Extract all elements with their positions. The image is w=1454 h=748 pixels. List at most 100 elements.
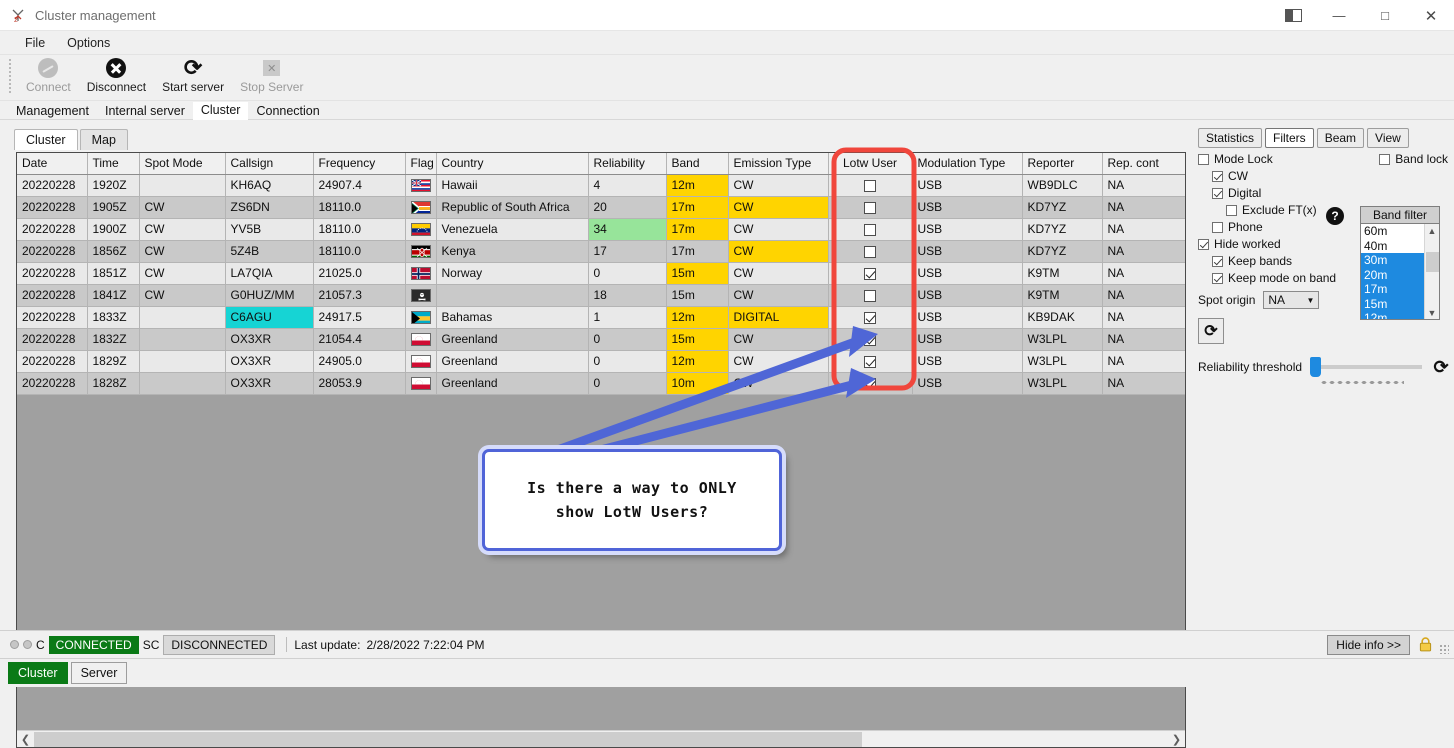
- inner-tab-map[interactable]: Map: [79, 129, 128, 150]
- question-icon[interactable]: ?: [1326, 207, 1344, 225]
- keep-mode-on-band-checkbox[interactable]: [1212, 272, 1223, 284]
- table-row[interactable]: 20220228 1832Z OX3XR 21054.4 Greenland 0 15m CW…: [17, 328, 1185, 351]
- cell-lotw-user[interactable]: [828, 240, 913, 263]
- column-header-lotw-user[interactable]: Lotw User: [828, 153, 913, 175]
- cw-row[interactable]: CW: [1198, 169, 1452, 183]
- cell-callsign[interactable]: ZS6DN: [225, 196, 314, 219]
- cw-checkbox[interactable]: [1212, 170, 1223, 182]
- bottom-tab-cluster[interactable]: Cluster: [8, 662, 68, 684]
- lotw-user-checkbox[interactable]: [864, 245, 876, 258]
- digital-row[interactable]: Digital: [1198, 186, 1452, 200]
- band-filter-option[interactable]: 17m: [1361, 282, 1424, 297]
- menu-item-options[interactable]: Options: [56, 33, 121, 53]
- cell-callsign[interactable]: OX3XR: [225, 350, 314, 373]
- keep-bands-checkbox[interactable]: [1212, 255, 1223, 267]
- table-row[interactable]: 20220228 1920Z KH6AQ 24907.4 Hawaii 4 12m CW USB…: [17, 174, 1185, 197]
- scrollbar-thumb[interactable]: [34, 731, 862, 747]
- column-header-time[interactable]: Time: [87, 153, 140, 175]
- tab-beam[interactable]: Beam: [1316, 128, 1365, 148]
- lotw-user-checkbox[interactable]: [864, 289, 876, 302]
- reliability-slider[interactable]: [1310, 357, 1422, 377]
- inner-tab-cluster[interactable]: Cluster: [14, 129, 78, 150]
- minimize-button[interactable]: —: [1316, 0, 1362, 31]
- table-row[interactable]: 20220228 1856Z CW 5Z4B 18110.0 Kenya 17 17m CW US…: [17, 240, 1185, 263]
- cell-lotw-user[interactable]: [828, 262, 913, 285]
- table-row[interactable]: 20220228 1829Z OX3XR 24905.0 Greenland 0 12m CW…: [17, 350, 1185, 373]
- bottom-tab-server[interactable]: Server: [70, 662, 128, 684]
- lotw-user-checkbox[interactable]: [864, 179, 876, 192]
- tab-view[interactable]: View: [1367, 128, 1409, 148]
- connect-button[interactable]: Connect: [18, 55, 79, 94]
- tab-management[interactable]: Management: [8, 103, 97, 120]
- tab-filters[interactable]: Filters: [1265, 128, 1314, 148]
- tab-connection[interactable]: Connection: [248, 103, 328, 120]
- column-header-frequency[interactable]: Frequency: [313, 153, 406, 175]
- lotw-user-checkbox[interactable]: [864, 267, 876, 280]
- cell-callsign[interactable]: OX3XR: [225, 372, 314, 395]
- lotw-user-checkbox[interactable]: [864, 333, 876, 346]
- cell-callsign[interactable]: G0HUZ/MM: [225, 284, 314, 307]
- start-server-button[interactable]: ⟳ Start server: [154, 55, 232, 95]
- band-filter-option[interactable]: 12m: [1361, 311, 1424, 319]
- cell-callsign[interactable]: 5Z4B: [225, 240, 314, 263]
- hide-worked-checkbox[interactable]: [1198, 238, 1209, 250]
- band-filter-option[interactable]: 40m: [1361, 239, 1424, 254]
- band-filter-option[interactable]: 30m: [1361, 253, 1424, 268]
- column-header-modulation-type[interactable]: Modulation Type: [912, 153, 1023, 175]
- cell-callsign[interactable]: KH6AQ: [225, 174, 314, 197]
- exclude-ftx-checkbox[interactable]: [1226, 204, 1237, 216]
- column-header-spot-mode[interactable]: Spot Mode: [139, 153, 226, 175]
- band-lock-row[interactable]: Band lock: [1379, 152, 1448, 166]
- lock-icon[interactable]: [1419, 637, 1432, 652]
- cell-lotw-user[interactable]: [828, 284, 913, 307]
- cell-callsign[interactable]: OX3XR: [225, 328, 314, 351]
- slider-thumb[interactable]: [1310, 357, 1322, 377]
- tab-cluster[interactable]: Cluster: [192, 102, 249, 120]
- cell-lotw-user[interactable]: [828, 174, 913, 197]
- column-header-country[interactable]: Country: [436, 153, 589, 175]
- scroll-up-icon[interactable]: ▲: [1428, 224, 1437, 237]
- digital-checkbox[interactable]: [1212, 187, 1223, 199]
- toolbar-grip[interactable]: [8, 58, 13, 94]
- column-header-band[interactable]: Band: [666, 153, 729, 175]
- band-filter-scroll-thumb[interactable]: [1426, 252, 1439, 272]
- cell-lotw-user[interactable]: [828, 372, 913, 395]
- tab-internal-server[interactable]: Internal server: [96, 103, 193, 120]
- column-header-flag[interactable]: Flag: [405, 153, 437, 175]
- cell-lotw-user[interactable]: [828, 196, 913, 219]
- column-header-rep-cont[interactable]: Rep. cont: [1102, 153, 1185, 175]
- mode-lock-checkbox[interactable]: [1198, 153, 1209, 165]
- cell-callsign[interactable]: LA7QIA: [225, 262, 314, 285]
- column-header-reporter[interactable]: Reporter: [1022, 153, 1103, 175]
- reliability-reload-button[interactable]: ⟳: [1430, 356, 1452, 378]
- table-row[interactable]: 20220228 1841Z CW G0HUZ/MM 21057.3 18 15m CW USB…: [17, 284, 1185, 307]
- table-row[interactable]: 20220228 1900Z CW YV5B 18110.0 Venezuela 34 17m…: [17, 218, 1185, 241]
- cell-lotw-user[interactable]: [828, 328, 913, 351]
- cell-callsign[interactable]: C6AGU: [225, 306, 314, 329]
- column-header-callsign[interactable]: Callsign: [225, 153, 314, 175]
- lotw-user-checkbox[interactable]: [864, 377, 876, 390]
- band-filter-list[interactable]: 60m40m30m20m17m15m12m10m ▲ ▼: [1360, 224, 1440, 320]
- spot-origin-select[interactable]: NA ▼: [1263, 291, 1320, 309]
- table-row[interactable]: 20220228 1851Z CW LA7QIA 21025.0 Norway 0 15m CW…: [17, 262, 1185, 285]
- band-filter-option[interactable]: 15m: [1361, 296, 1424, 311]
- table-row[interactable]: 20220228 1833Z C6AGU 24917.5 Bahamas 1 12m DIGI…: [17, 306, 1185, 329]
- close-button[interactable]: ✕: [1408, 0, 1454, 31]
- tab-statistics[interactable]: Statistics: [1198, 128, 1263, 148]
- layout-icon[interactable]: [1270, 0, 1316, 31]
- band-filter[interactable]: Band filter 60m40m30m20m17m15m12m10m ▲ ▼: [1360, 206, 1440, 320]
- menu-item-file[interactable]: File: [14, 33, 56, 53]
- horizontal-scrollbar[interactable]: ❮ ❯: [17, 730, 1185, 747]
- resize-grip[interactable]: [1439, 644, 1449, 654]
- lotw-user-checkbox[interactable]: [864, 311, 876, 324]
- lotw-user-checkbox[interactable]: [864, 201, 876, 214]
- column-header-date[interactable]: Date: [17, 153, 88, 175]
- cell-callsign[interactable]: YV5B: [225, 218, 314, 241]
- lotw-user-checkbox[interactable]: [864, 223, 876, 236]
- disconnect-button[interactable]: Disconnect: [79, 55, 154, 94]
- band-filter-option[interactable]: 60m: [1361, 224, 1424, 239]
- cell-lotw-user[interactable]: [828, 350, 913, 373]
- hide-info-button[interactable]: Hide info >>: [1327, 634, 1410, 655]
- cell-lotw-user[interactable]: [828, 306, 913, 329]
- phone-checkbox[interactable]: [1212, 221, 1223, 233]
